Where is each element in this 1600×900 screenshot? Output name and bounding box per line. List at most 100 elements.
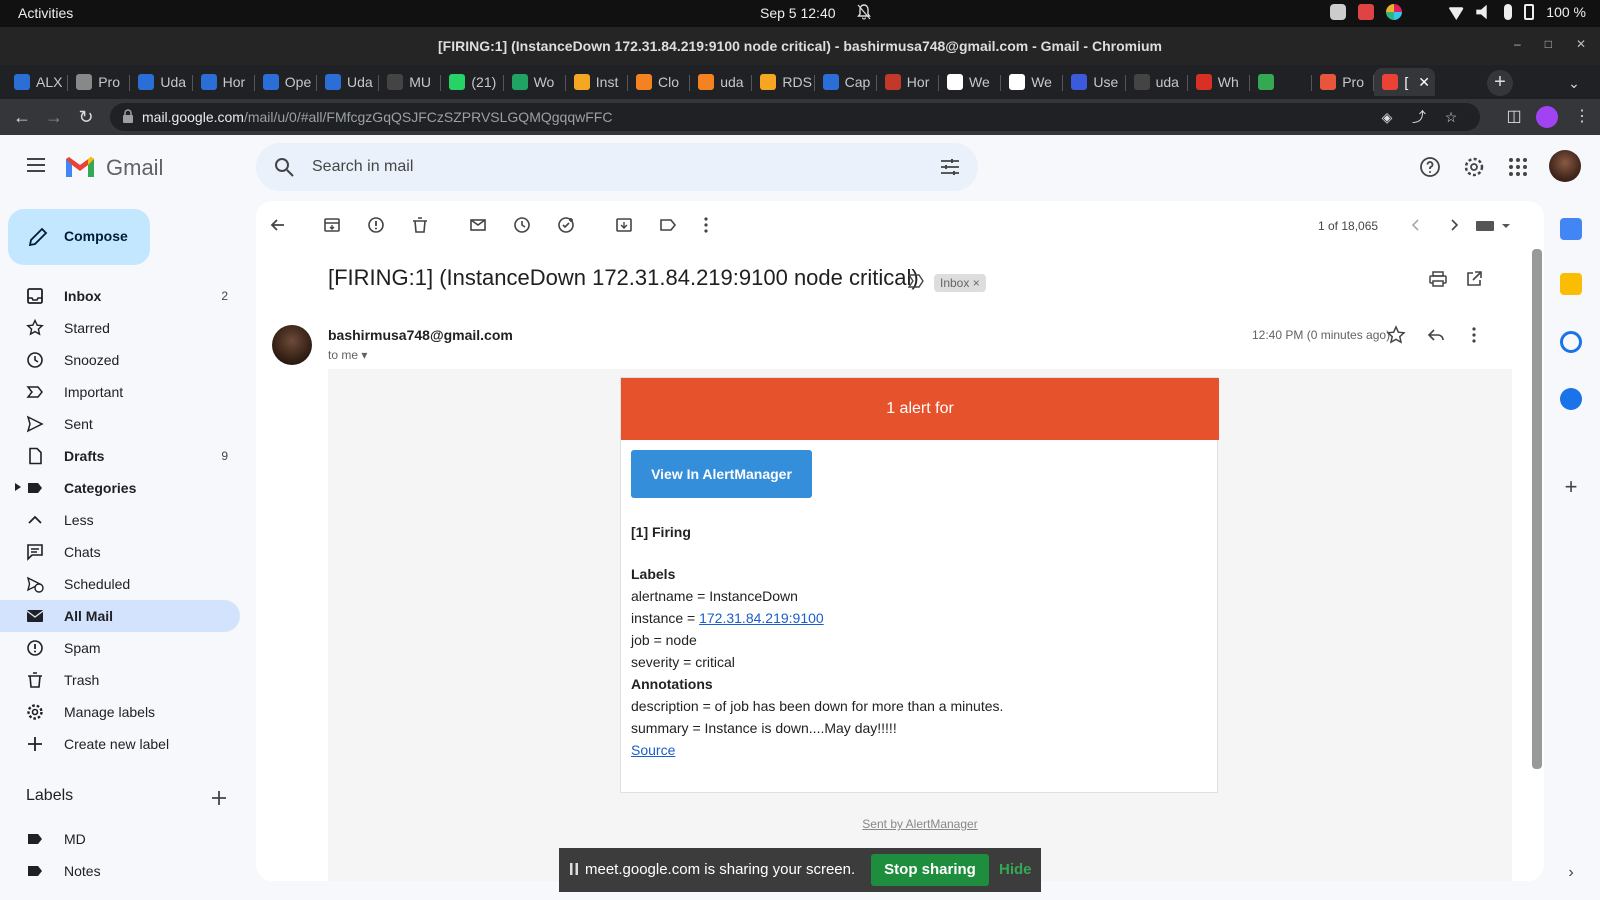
mark-unread-icon[interactable] xyxy=(468,215,488,235)
browser-tab[interactable]: (21) xyxy=(441,68,501,96)
system-clock[interactable]: Sep 5 12:40 xyxy=(760,5,836,21)
newer-chevron-icon[interactable] xyxy=(1406,215,1426,235)
browser-tab[interactable]: Uda xyxy=(130,68,190,96)
get-addons-icon[interactable]: + xyxy=(1560,476,1582,498)
gmail-logo[interactable] xyxy=(64,155,96,179)
expand-arrow-icon[interactable] xyxy=(14,482,22,492)
side-panel-icon[interactable]: ◫ xyxy=(1502,105,1526,129)
maximize-icon[interactable]: □ xyxy=(1545,37,1552,51)
help-icon[interactable] xyxy=(1418,155,1442,179)
reply-icon[interactable] xyxy=(1426,325,1446,345)
importance-marker-icon[interactable] xyxy=(908,274,924,288)
archive-icon[interactable] xyxy=(322,215,342,235)
stop-sharing-button[interactable]: Stop sharing xyxy=(871,854,989,886)
browser-tab[interactable]: Hor xyxy=(193,68,253,96)
browser-tab[interactable] xyxy=(1250,68,1310,96)
sidebar-item-categories[interactable]: Categories xyxy=(0,472,240,504)
close-window-icon[interactable]: ✕ xyxy=(1576,37,1586,51)
label-item-md[interactable]: MD xyxy=(0,823,240,855)
sender-email[interactable]: bashirmusa748@gmail.com xyxy=(328,327,513,343)
back-to-list-icon[interactable] xyxy=(268,215,288,235)
print-icon[interactable] xyxy=(1428,269,1448,289)
browser-tab[interactable]: Cap xyxy=(815,68,875,96)
instance-link[interactable]: 172.31.84.219:9100 xyxy=(699,610,824,626)
sidebar-item-important[interactable]: Important xyxy=(0,376,240,408)
browser-tab[interactable]: MU xyxy=(379,68,439,96)
main-menu-icon[interactable] xyxy=(24,153,48,177)
wifi-icon[interactable] xyxy=(1448,7,1465,20)
delete-icon[interactable] xyxy=(410,215,430,235)
volume-icon[interactable] xyxy=(1476,4,1487,20)
app-indicator-icon[interactable] xyxy=(1358,4,1375,20)
browser-tab[interactable]: RDS xyxy=(752,68,812,96)
search-mail-bar[interactable]: Search in mail xyxy=(256,143,978,191)
sidebar-item-sent[interactable]: Sent xyxy=(0,408,240,440)
forward-arrow-icon[interactable]: → xyxy=(42,105,66,129)
extension-icon[interactable]: ◈ xyxy=(1378,108,1396,126)
gmail-logo-text[interactable]: Gmail xyxy=(106,155,163,181)
sidebar-item-create-new-label[interactable]: Create new label xyxy=(0,728,240,760)
sidebar-item-starred[interactable]: Starred xyxy=(0,312,240,344)
browser-tab[interactable]: Clo xyxy=(628,68,688,96)
older-chevron-icon[interactable] xyxy=(1444,215,1464,235)
sidebar-item-less[interactable]: Less xyxy=(0,504,240,536)
back-arrow-icon[interactable]: ← xyxy=(10,105,34,129)
compose-button[interactable]: Compose xyxy=(8,209,150,265)
browser-tab[interactable]: Uda xyxy=(317,68,377,96)
bookmark-star-icon[interactable]: ☆ xyxy=(1442,108,1460,126)
browser-tab[interactable]: Pro xyxy=(1312,68,1372,96)
tab-search-icon[interactable]: ⌄ xyxy=(1563,72,1585,94)
browser-tab[interactable]: We xyxy=(1001,68,1061,96)
dropdown-caret-icon[interactable]: ▾ xyxy=(361,348,367,362)
tasks-icon[interactable] xyxy=(1560,331,1582,353)
keep-icon[interactable] xyxy=(1560,273,1582,295)
show-side-panel-icon[interactable]: › xyxy=(1560,862,1582,884)
activities-button[interactable]: Activities xyxy=(18,5,73,21)
browser-tab[interactable]: We xyxy=(939,68,999,96)
open-in-new-window-icon[interactable] xyxy=(1464,269,1484,289)
sidebar-item-scheduled[interactable]: Scheduled xyxy=(0,568,240,600)
minimize-icon[interactable]: – xyxy=(1514,37,1521,51)
discord-icon[interactable] xyxy=(1330,4,1347,20)
search-input[interactable]: Search in mail xyxy=(312,158,413,176)
inbox-label-chip[interactable]: Inbox × xyxy=(934,274,986,292)
input-tools-icon[interactable] xyxy=(1474,215,1514,235)
close-tab-icon[interactable]: ✕ xyxy=(1418,74,1430,91)
browser-tab[interactable]: Pro xyxy=(68,68,128,96)
move-to-icon[interactable] xyxy=(614,215,634,235)
browser-tab[interactable]: uda xyxy=(690,68,750,96)
browser-tab[interactable]: Wo xyxy=(504,68,564,96)
search-icon[interactable] xyxy=(272,155,296,179)
microphone-icon[interactable] xyxy=(1504,4,1513,20)
message-scrollbar[interactable] xyxy=(1532,249,1542,769)
sender-avatar[interactable] xyxy=(272,325,312,365)
view-in-alertmanager-button[interactable]: View In AlertManager xyxy=(631,450,812,498)
share-icon[interactable]: ⤴ xyxy=(1410,108,1428,126)
add-label-icon[interactable] xyxy=(210,789,228,807)
browser-tab[interactable]: ALX xyxy=(6,68,66,96)
browser-tab[interactable]: Wh xyxy=(1188,68,1248,96)
browser-tab[interactable]: Use xyxy=(1063,68,1123,96)
account-avatar[interactable] xyxy=(1549,150,1581,182)
google-apps-icon[interactable] xyxy=(1506,155,1530,179)
reload-icon[interactable]: ↻ xyxy=(74,105,98,129)
browser-tab[interactable]: Ope xyxy=(255,68,315,96)
more-actions-icon[interactable] xyxy=(696,215,716,235)
sidebar-item-manage-labels[interactable]: Manage labels xyxy=(0,696,240,728)
settings-gear-icon[interactable] xyxy=(1462,155,1486,179)
browser-menu-icon[interactable]: ⋮ xyxy=(1570,105,1594,129)
sidebar-item-drafts[interactable]: Drafts 9 xyxy=(0,440,240,472)
browser-profile-avatar[interactable] xyxy=(1536,106,1558,128)
browser-tab[interactable]: uda xyxy=(1126,68,1186,96)
sidebar-item-all-mail[interactable]: All Mail xyxy=(0,600,240,632)
recipient-details-toggle[interactable]: to me ▾ xyxy=(328,348,367,362)
sidebar-item-inbox[interactable]: Inbox 2 xyxy=(0,280,240,312)
sidebar-item-chats[interactable]: Chats xyxy=(0,536,240,568)
star-icon[interactable] xyxy=(1386,325,1406,345)
sidebar-item-trash[interactable]: Trash xyxy=(0,664,240,696)
browser-tab[interactable]: Inst xyxy=(566,68,626,96)
message-more-icon[interactable] xyxy=(1464,325,1484,345)
new-tab-button[interactable]: + xyxy=(1487,70,1513,96)
sent-by-alertmanager-link[interactable]: Sent by AlertManager xyxy=(328,817,1512,831)
labels-icon[interactable] xyxy=(658,215,678,235)
